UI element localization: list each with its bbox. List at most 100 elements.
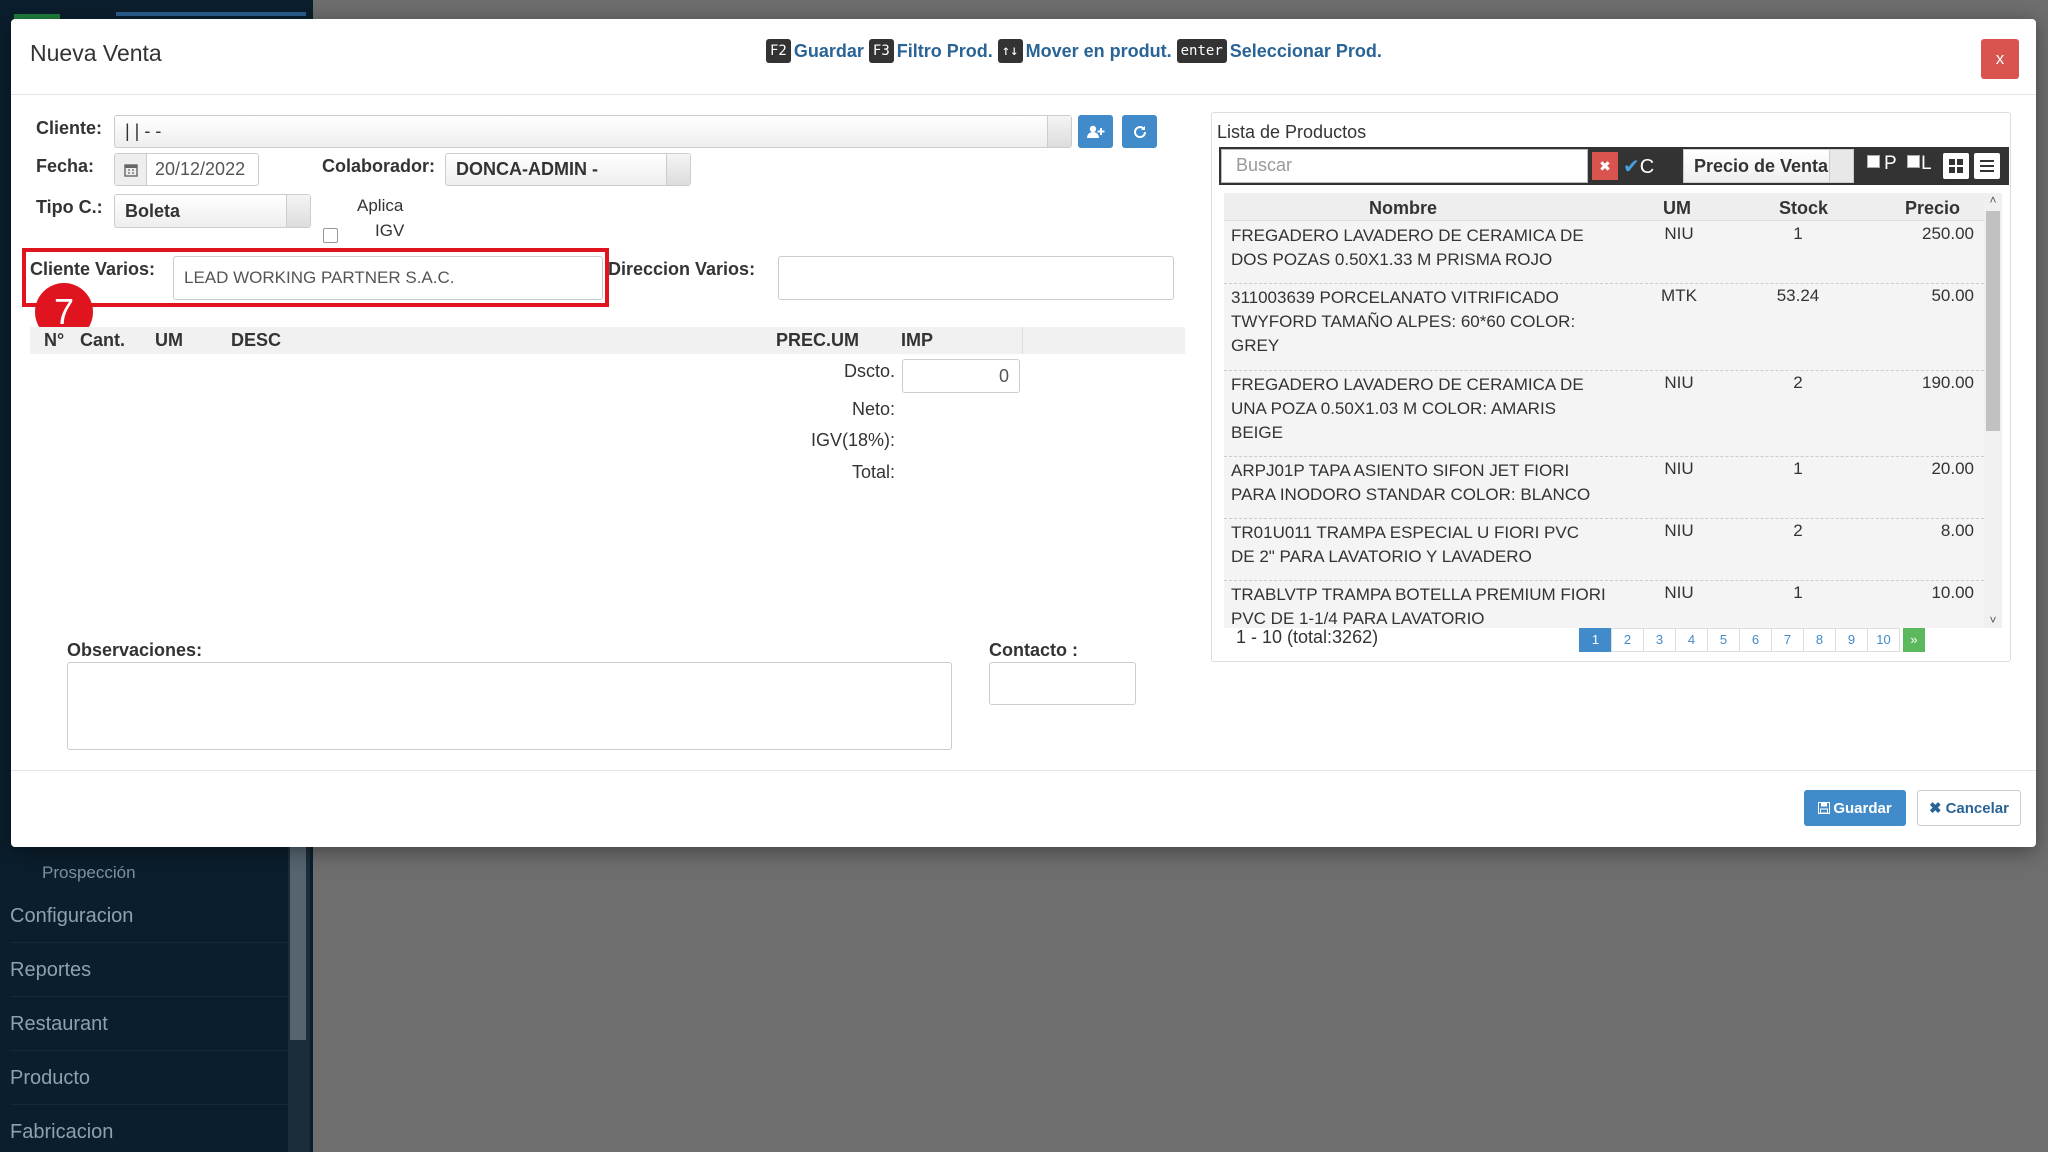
calendar-icon[interactable] xyxy=(115,154,147,185)
page-4[interactable]: 4 xyxy=(1675,628,1708,652)
shortcut-guardar: Guardar xyxy=(793,40,864,61)
page-7[interactable]: 7 xyxy=(1771,628,1804,652)
add-client-button[interactable] xyxy=(1078,115,1113,148)
user-plus-icon xyxy=(1086,125,1104,138)
product-stock: 1 xyxy=(1793,459,1803,478)
highlight-box xyxy=(22,248,609,307)
tipo-value: Boleta xyxy=(125,200,181,221)
observaciones-textarea[interactable] xyxy=(67,662,952,750)
product-list-panel: Lista de Productos Buscar ✖ ✔C Precio de… xyxy=(1211,112,2011,662)
refresh-icon xyxy=(1133,125,1146,138)
product-row[interactable]: ARPJ01P TAPA ASIENTO SIFON JET FIORI PAR… xyxy=(1224,457,1984,519)
page-5[interactable]: 5 xyxy=(1707,628,1740,652)
next-page-button[interactable]: » xyxy=(1903,628,1925,652)
sidebar-item-fabricacion[interactable]: Fabricacion xyxy=(10,1105,290,1152)
fecha-label: Fecha: xyxy=(36,156,95,176)
scroll-up-icon[interactable]: ˄ xyxy=(1986,193,2000,207)
product-row[interactable]: FREGADERO LAVADERO DE CERAMICA DE DOS PO… xyxy=(1224,222,1984,284)
fecha-input[interactable]: 20/12/2022 xyxy=(114,153,259,186)
product-grid-scrollbar[interactable]: ˄ ˅ xyxy=(1984,193,2002,628)
cliente-label: Cliente: xyxy=(36,118,103,138)
sidebar-item-restaurant[interactable]: Restaurant xyxy=(10,997,290,1051)
check-icon: ✔ xyxy=(1623,156,1640,178)
observaciones-label: Observaciones: xyxy=(67,640,203,660)
colaborador-select[interactable]: DONCA-ADMIN - xyxy=(445,153,691,186)
cliente-select[interactable]: | | - - xyxy=(114,115,1072,148)
page-3[interactable]: 3 xyxy=(1643,628,1676,652)
c-checkbox[interactable]: ✔C xyxy=(1623,154,1654,179)
product-row[interactable]: TRABLVTP TRAMPA BOTELLA PREMIUM FIORI PV… xyxy=(1224,581,1984,628)
product-price: 20.00 xyxy=(1931,459,1974,478)
cancel-label: Cancelar xyxy=(1945,799,2009,817)
grid-view-button[interactable] xyxy=(1943,153,1969,179)
shortcut-mover: Mover en produt. xyxy=(1025,40,1172,61)
page-8[interactable]: 8 xyxy=(1803,628,1836,652)
detail-table-header: N° Cant. UM DESC PREC.UM IMP xyxy=(30,327,1185,354)
product-grid-header: Nombre UM Stock Precio xyxy=(1224,193,1984,221)
aplica-igv-checkbox[interactable] xyxy=(323,228,338,243)
close-button[interactable]: x xyxy=(1981,39,2019,79)
igv-label: IGV xyxy=(375,221,405,240)
sidebar-item-producto[interactable]: Producto xyxy=(10,1051,290,1105)
pagination-info: 1 - 10 (total:3262) xyxy=(1236,627,1379,647)
col-precio: Precio xyxy=(1905,198,1961,218)
page-10[interactable]: 10 xyxy=(1867,628,1900,652)
l-checkbox[interactable] xyxy=(1907,155,1920,168)
arrows-key: ↑↓ xyxy=(997,39,1023,63)
product-stock: 1 xyxy=(1793,224,1803,243)
times-icon: ✖ xyxy=(1929,800,1942,817)
fecha-value: 20/12/2022 xyxy=(155,159,246,179)
product-stock: 2 xyxy=(1793,373,1803,392)
page-9[interactable]: 9 xyxy=(1835,628,1868,652)
modal-footer xyxy=(11,770,2036,847)
page-6[interactable]: 6 xyxy=(1739,628,1772,652)
keyboard-shortcuts: F2 Guardar F3 Filtro Prod. ↑↓ Mover en p… xyxy=(764,39,1382,63)
price-type-select[interactable]: Precio de Venta xyxy=(1683,149,1854,183)
sidebar-item-reportes[interactable]: Reportes xyxy=(10,943,290,997)
product-price: 50.00 xyxy=(1931,286,1974,305)
floppy-icon xyxy=(1818,802,1831,814)
l-label: L xyxy=(1921,153,1932,174)
igv-total-label: IGV(18%): xyxy=(810,430,895,450)
cancel-button[interactable]: ✖ Cancelar xyxy=(1917,790,2021,826)
sidebar-scrollbar[interactable] xyxy=(288,845,310,1152)
product-row[interactable]: 311003639 PORCELANATO VITRIFICADO TWYFOR… xyxy=(1224,284,1984,371)
save-button[interactable]: Guardar xyxy=(1804,790,1906,826)
product-um: NIU xyxy=(1664,373,1694,392)
product-name: ARPJ01P TAPA ASIENTO SIFON JET FIORI PAR… xyxy=(1231,461,1591,504)
f2-key: F2 xyxy=(766,39,791,63)
aplica-label: Aplica xyxy=(357,196,404,215)
sidebar-item-configuracion[interactable]: Configuracion xyxy=(10,889,290,943)
direccion-input[interactable] xyxy=(778,256,1174,300)
refresh-button[interactable] xyxy=(1122,115,1157,148)
page-1[interactable]: 1 xyxy=(1579,628,1612,652)
list-view-button[interactable] xyxy=(1974,153,2000,179)
scroll-down-icon[interactable]: ˅ xyxy=(1986,613,2000,627)
pagination: 1 2 3 4 5 6 7 8 9 10 » xyxy=(1579,628,1925,652)
col-stock: Stock xyxy=(1779,198,1829,218)
product-price: 10.00 xyxy=(1931,583,1974,602)
modal-title: Nueva Venta xyxy=(30,40,162,66)
product-toolbar: Buscar ✖ ✔C Precio de Venta P L xyxy=(1219,147,2009,185)
product-row[interactable]: TR01U011 TRAMPA ESPECIAL U FIORI PVC DE … xyxy=(1224,519,1984,581)
product-name: TRABLVTP TRAMPA BOTELLA PREMIUM FIORI PV… xyxy=(1231,585,1606,628)
sidebar-item-prospeccion[interactable]: Prospección xyxy=(42,863,136,883)
price-type-value: Precio de Venta xyxy=(1694,156,1829,176)
product-price: 190.00 xyxy=(1922,373,1974,392)
dscto-input[interactable]: 0 xyxy=(902,359,1020,393)
new-sale-modal: Nueva Venta F2 Guardar F3 Filtro Prod. ↑… xyxy=(11,19,2036,847)
contacto-input[interactable] xyxy=(989,662,1136,705)
product-name: FREGADERO LAVADERO DE CERAMICA DE UNA PO… xyxy=(1231,375,1584,442)
neto-label: Neto: xyxy=(851,399,895,419)
product-row[interactable]: FREGADERO LAVADERO DE CERAMICA DE UNA PO… xyxy=(1224,371,1984,457)
page-2[interactable]: 2 xyxy=(1611,628,1644,652)
product-grid: Nombre UM Stock Precio FREGADERO LAVADER… xyxy=(1224,193,2002,628)
modal-header: Nueva Venta F2 Guardar F3 Filtro Prod. ↑… xyxy=(11,19,2036,95)
product-search-input[interactable]: Buscar xyxy=(1221,149,1588,183)
tipo-select[interactable]: Boleta xyxy=(114,194,311,228)
contacto-label: Contacto : xyxy=(989,640,1078,660)
p-checkbox[interactable] xyxy=(1867,155,1880,168)
tipo-label: Tipo C.: xyxy=(36,197,103,217)
clear-search-button[interactable]: ✖ xyxy=(1592,152,1618,180)
product-price: 8.00 xyxy=(1940,521,1974,540)
